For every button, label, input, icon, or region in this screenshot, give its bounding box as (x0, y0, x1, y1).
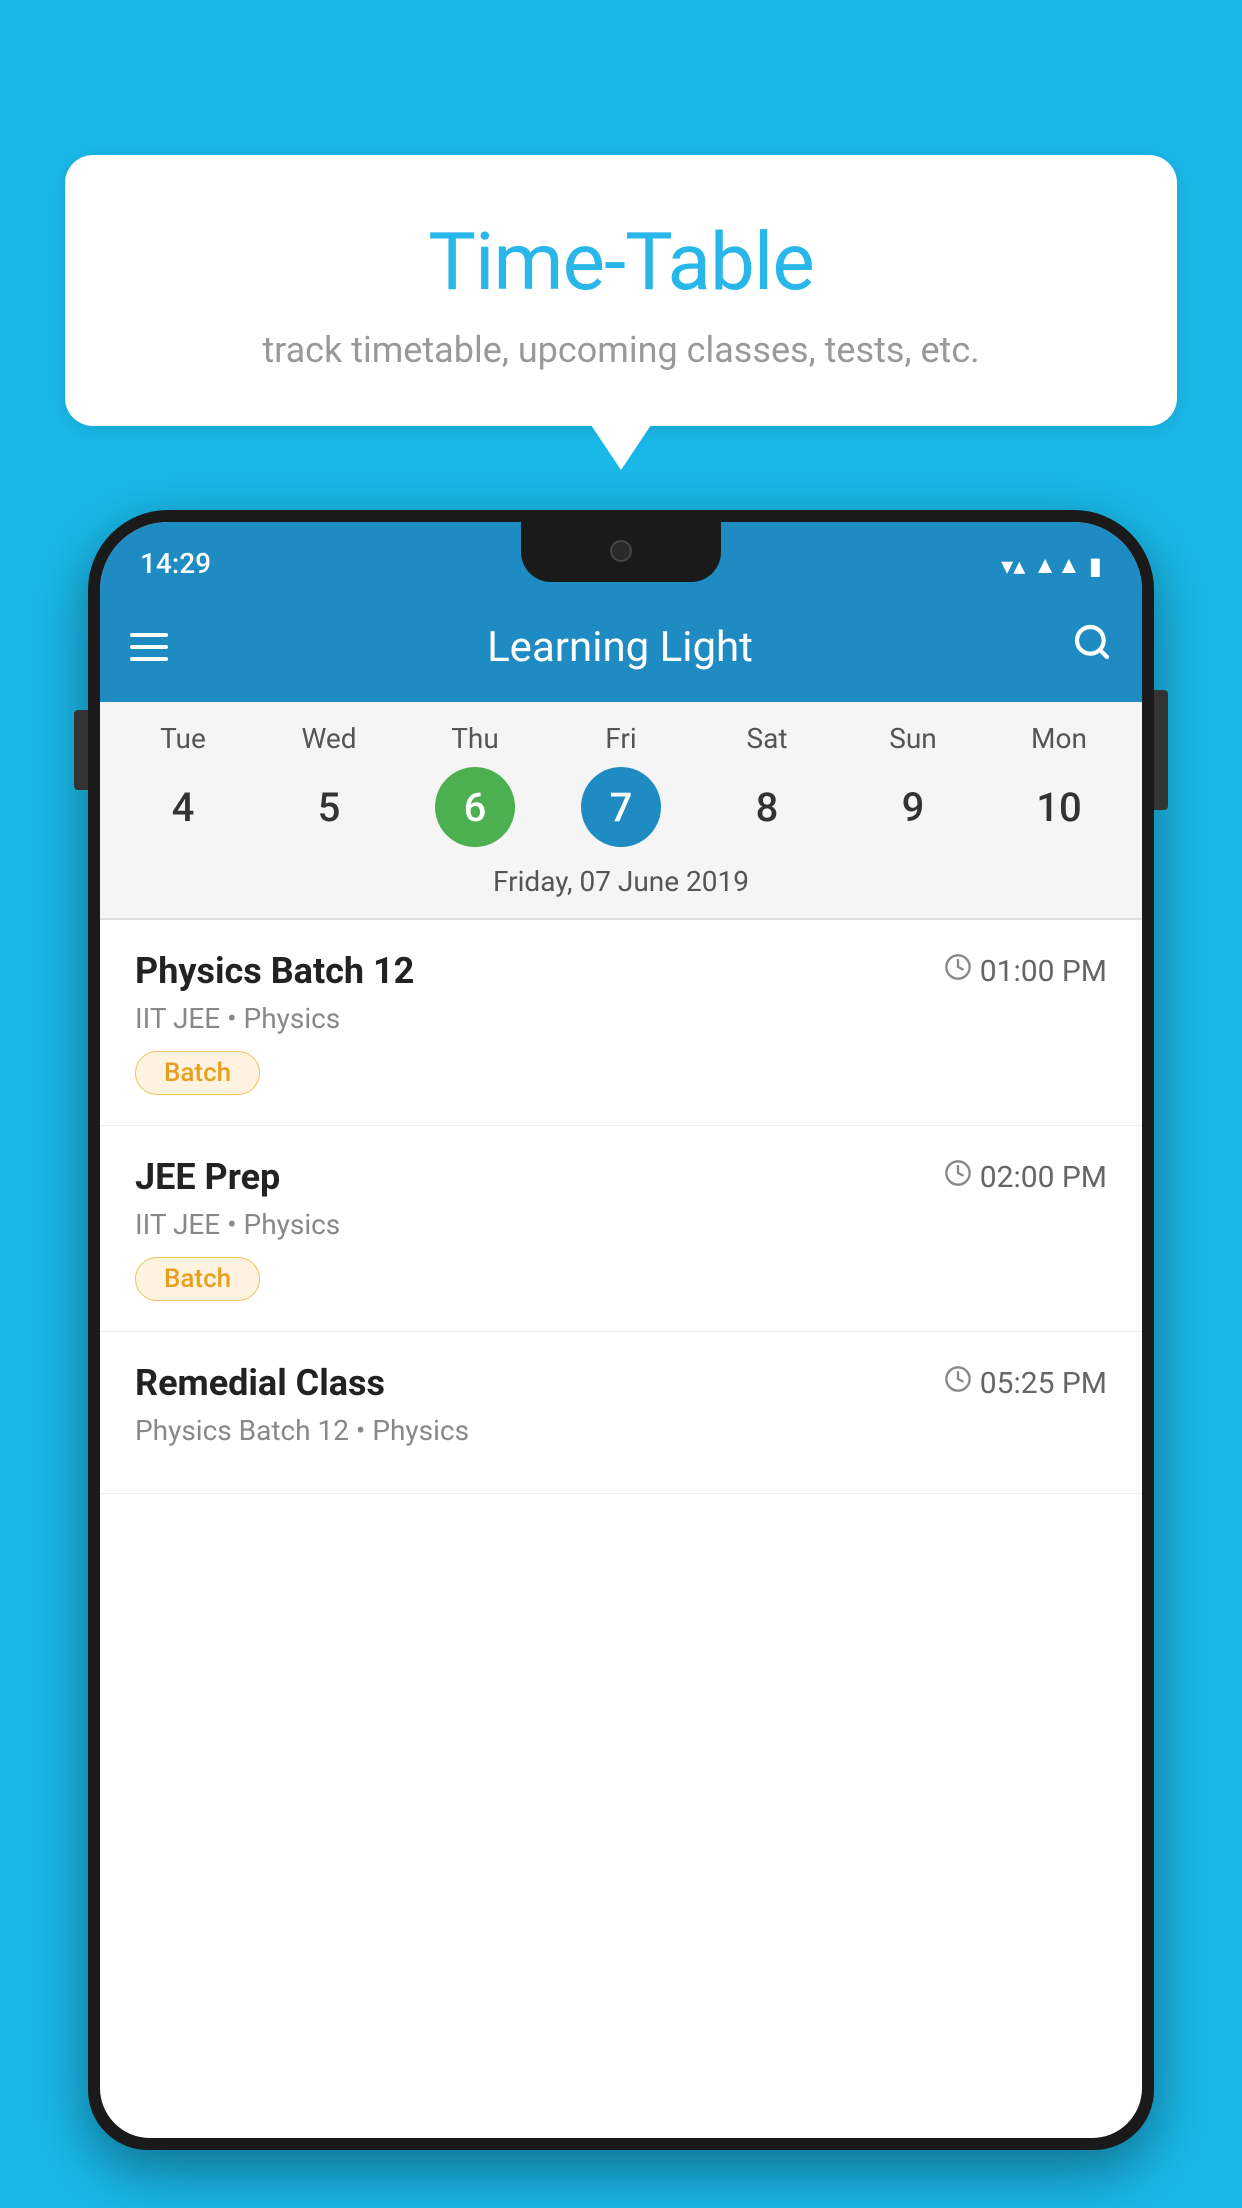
day-col-sat[interactable]: Sat 8 (707, 722, 827, 847)
day-col-tue[interactable]: Tue 4 (123, 722, 243, 847)
schedule-item-time: 05:25 PM (944, 1365, 1107, 1401)
bubble-subtitle: track timetable, upcoming classes, tests… (105, 329, 1137, 371)
schedule-item-header: Physics Batch 12 01:00 PM (135, 950, 1107, 992)
schedule-list: Physics Batch 12 01:00 PM IIT JEE • Phys… (100, 920, 1142, 1494)
schedule-item-title: JEE Prep (135, 1156, 280, 1198)
time-text: 02:00 PM (980, 1160, 1107, 1195)
speech-bubble: Time-Table track timetable, upcoming cla… (65, 155, 1177, 426)
time-text: 05:25 PM (980, 1366, 1107, 1401)
app-title: Learning Light (198, 623, 1042, 672)
schedule-item-header: JEE Prep 02:00 PM (135, 1156, 1107, 1198)
app-bar: Learning Light (100, 592, 1142, 702)
selected-date-label: Friday, 07 June 2019 (100, 857, 1142, 918)
day-col-fri[interactable]: Fri 7 (561, 722, 681, 847)
signal-icon: ▲▲ (1033, 551, 1081, 580)
clock-icon (944, 1365, 972, 1401)
day-number[interactable]: 10 (1019, 767, 1099, 847)
day-name: Mon (1031, 722, 1087, 755)
schedule-item-sub: IIT JEE • Physics (135, 1002, 1107, 1035)
phone-outer: 14:29 ▾▴ ▲▲ ▮ Learning Light (88, 510, 1154, 2150)
status-icons: ▾▴ ▲▲ ▮ (1001, 551, 1102, 580)
day-col-mon[interactable]: Mon 10 (999, 722, 1119, 847)
day-name: Tue (160, 722, 206, 755)
camera-dot (610, 540, 632, 562)
day-col-wed[interactable]: Wed 5 (269, 722, 389, 847)
schedule-item[interactable]: Physics Batch 12 01:00 PM IIT JEE • Phys… (100, 920, 1142, 1126)
day-number[interactable]: 7 (581, 767, 661, 847)
search-button[interactable] (1072, 622, 1112, 673)
day-number[interactable]: 5 (289, 767, 369, 847)
bubble-title: Time-Table (105, 215, 1137, 309)
schedule-item[interactable]: Remedial Class 05:25 PM Physics Batch 12… (100, 1332, 1142, 1494)
day-number[interactable]: 6 (435, 767, 515, 847)
day-name: Sun (889, 722, 937, 755)
speech-bubble-container: Time-Table track timetable, upcoming cla… (65, 155, 1177, 426)
schedule-item-time: 01:00 PM (944, 953, 1107, 989)
phone-notch (521, 522, 721, 582)
day-number[interactable]: 9 (873, 767, 953, 847)
days-row: Tue 4 Wed 5 Thu 6 Fri 7 Sat 8 Sun 9 Mon 10 (100, 722, 1142, 857)
wifi-icon: ▾▴ (1001, 552, 1025, 580)
day-col-thu[interactable]: Thu 6 (415, 722, 535, 847)
day-name: Wed (301, 722, 356, 755)
schedule-item-title: Physics Batch 12 (135, 950, 414, 992)
schedule-item-sub: IIT JEE • Physics (135, 1208, 1107, 1241)
batch-tag: Batch (135, 1051, 260, 1095)
phone-mockup: 14:29 ▾▴ ▲▲ ▮ Learning Light (88, 510, 1154, 2208)
schedule-item-header: Remedial Class 05:25 PM (135, 1362, 1107, 1404)
day-name: Fri (605, 722, 636, 755)
schedule-item[interactable]: JEE Prep 02:00 PM IIT JEE • Physics Batc… (100, 1126, 1142, 1332)
hamburger-menu-button[interactable] (130, 633, 168, 661)
phone-inner: 14:29 ▾▴ ▲▲ ▮ Learning Light (100, 522, 1142, 2138)
calendar-strip: Tue 4 Wed 5 Thu 6 Fri 7 Sat 8 Sun 9 Mon 10 Friday, 07… (100, 702, 1142, 918)
time-text: 01:00 PM (980, 954, 1107, 989)
schedule-item-title: Remedial Class (135, 1362, 385, 1404)
day-name: Sat (746, 722, 787, 755)
day-col-sun[interactable]: Sun 9 (853, 722, 973, 847)
clock-icon (944, 1159, 972, 1195)
day-number[interactable]: 8 (727, 767, 807, 847)
status-time: 14:29 (140, 547, 211, 580)
clock-icon (944, 953, 972, 989)
day-number[interactable]: 4 (143, 767, 223, 847)
schedule-item-sub: Physics Batch 12 • Physics (135, 1414, 1107, 1447)
day-name: Thu (451, 722, 499, 755)
schedule-item-time: 02:00 PM (944, 1159, 1107, 1195)
battery-icon: ▮ (1089, 552, 1102, 580)
batch-tag: Batch (135, 1257, 260, 1301)
